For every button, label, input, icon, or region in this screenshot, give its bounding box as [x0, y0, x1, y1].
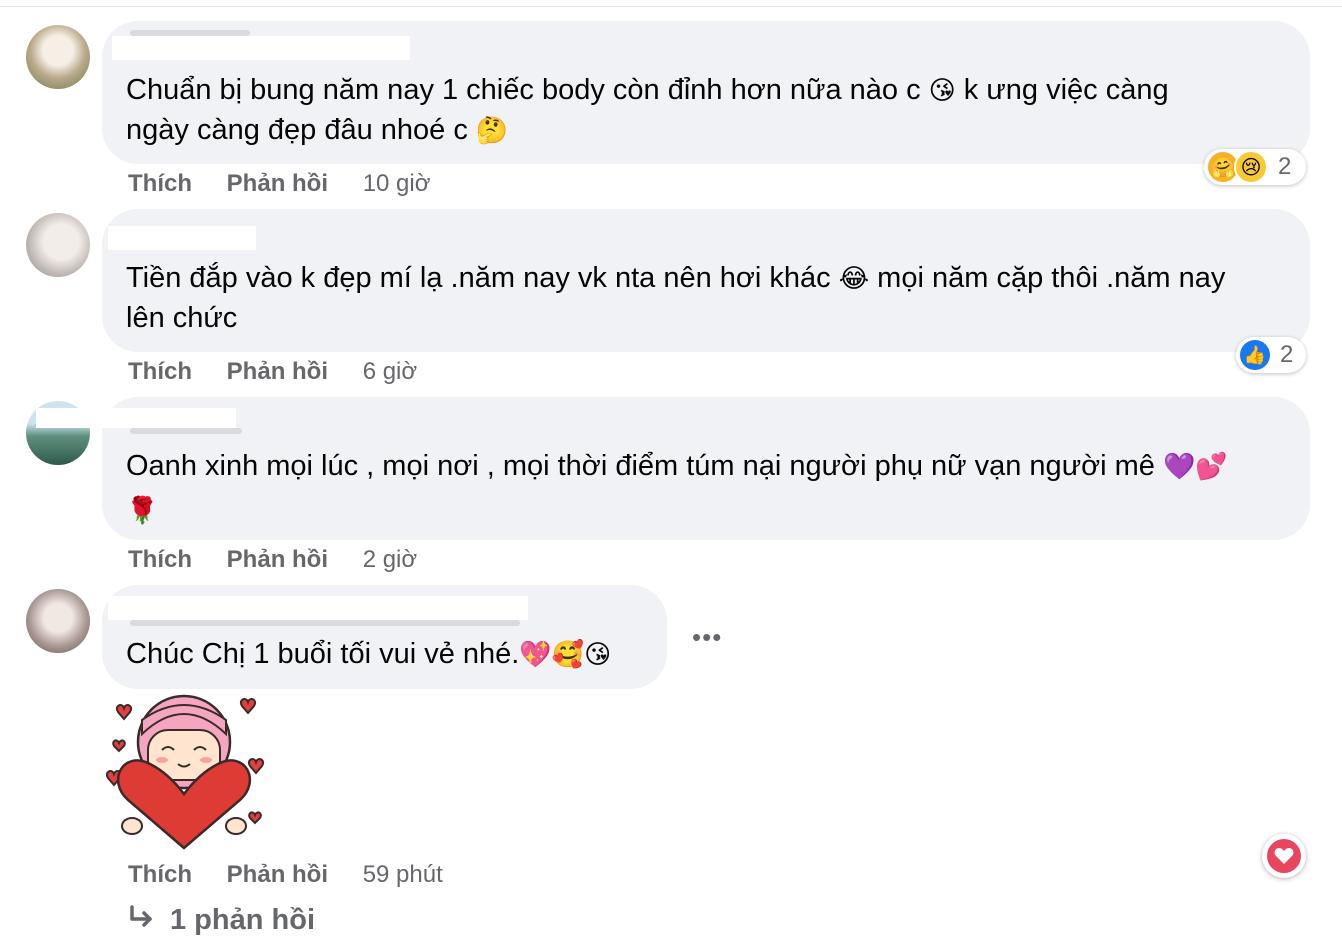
reply-button[interactable]: Phản hồi [227, 358, 328, 385]
comment-actions: Thích Phản hồi 6 giờ [128, 358, 417, 386]
reply-button[interactable]: Phản hồi [227, 861, 328, 888]
heart-icon [1267, 839, 1301, 873]
laughing-emoji: 😂 [838, 264, 870, 294]
view-replies-link[interactable]: 1 phản hồi [128, 904, 315, 937]
purple-heart-emoji: 💜💕 [1162, 452, 1228, 482]
comment-text: ngày càng đẹp đâu nhoé c 🤔 [126, 114, 509, 146]
avatar[interactable] [26, 213, 90, 277]
author-name-redacted[interactable] [130, 428, 242, 434]
like-button[interactable]: Thích [128, 861, 192, 888]
reply-button[interactable]: Phản hồi [227, 170, 328, 197]
comment-text: Oanh xinh mọi lúc , mọi nơi , mọi thời đ… [126, 450, 1228, 482]
comment-text: 🌹 [126, 490, 158, 531]
reaction-count: 2 [1278, 153, 1292, 180]
comment-text: Tiền đắp vào k đẹp mí lạ .năm nay vk nta… [126, 262, 1226, 294]
reply-arrow-icon [128, 904, 156, 937]
like-reaction-icon: 👍 [1240, 340, 1270, 370]
heart-girl-sticker[interactable] [100, 690, 270, 850]
avatar[interactable] [26, 25, 90, 89]
like-button[interactable]: Thích [128, 546, 192, 573]
comment-text: Chúc Chị 1 buổi tối vui vẻ nhé.💖🥰😘 [126, 638, 612, 670]
reply-button[interactable]: Phản hồi [227, 546, 328, 573]
rose-emoji: 🌹 [126, 496, 159, 526]
love-reaction-button[interactable] [1262, 834, 1306, 878]
sparkling-heart-emoji: 💖🥰😘 [519, 640, 612, 670]
kiss-emoji: 😘 [928, 76, 956, 106]
timestamp[interactable]: 2 giờ [363, 546, 417, 573]
top-divider [0, 0, 1342, 7]
thinking-emoji: 🤔 [475, 116, 509, 146]
comment-actions: Thích Phản hồi 10 giờ [128, 170, 430, 198]
reaction-summary[interactable]: 👍 2 [1236, 337, 1306, 373]
name-redaction [112, 36, 410, 60]
timestamp[interactable]: 10 giờ [363, 170, 431, 197]
sad-reaction-icon: 😢 [1234, 150, 1268, 184]
comment-actions: Thích Phản hồi 59 phút [128, 861, 443, 889]
comment-actions: Thích Phản hồi 2 giờ [128, 546, 417, 574]
comment-text: Chuẩn bị bung năm nay 1 chiếc body còn đ… [126, 74, 1169, 106]
comment-text: lên chức [126, 302, 238, 334]
name-redaction [108, 596, 528, 620]
timestamp[interactable]: 59 phút [363, 861, 443, 888]
replies-count: 1 phản hồi [170, 904, 315, 936]
reaction-count: 2 [1280, 341, 1294, 368]
more-options-button[interactable]: ••• [692, 622, 722, 653]
name-redaction [108, 226, 256, 250]
like-button[interactable]: Thích [128, 358, 192, 385]
reaction-summary[interactable]: 🤗 😢 2 [1204, 149, 1306, 185]
avatar[interactable] [26, 589, 90, 653]
timestamp[interactable]: 6 giờ [363, 358, 417, 385]
name-redaction [36, 408, 236, 428]
author-name-redacted[interactable] [130, 620, 520, 626]
like-button[interactable]: Thích [128, 170, 192, 197]
